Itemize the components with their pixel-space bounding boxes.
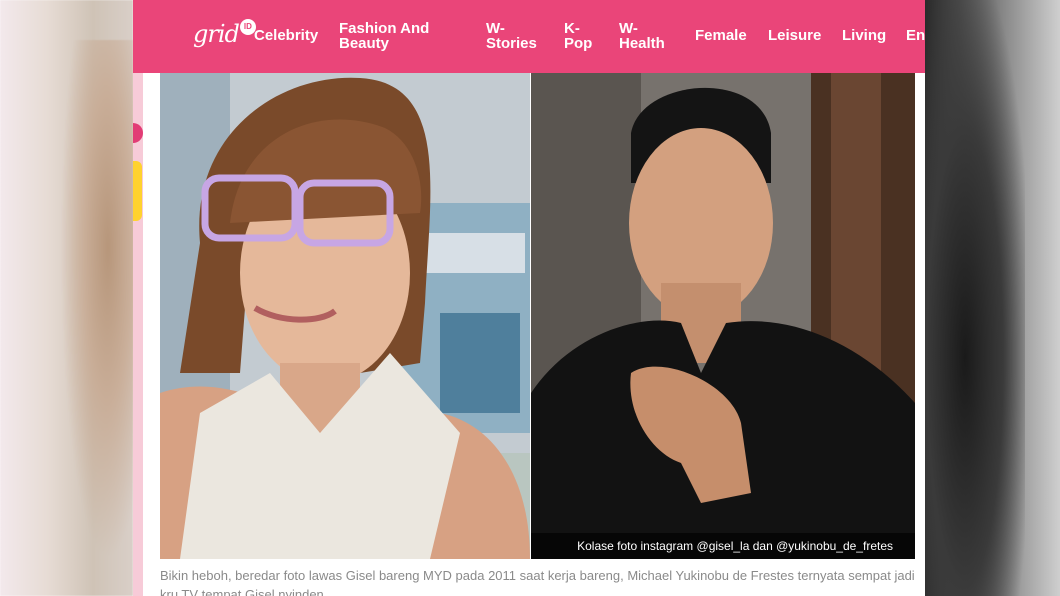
- side-ad-strip[interactable]: [133, 73, 143, 596]
- blurred-background-left: [0, 0, 140, 596]
- article-photo-left: [160, 73, 530, 559]
- nav-item-w-health[interactable]: W- Health: [619, 21, 665, 51]
- nav-item-leisure[interactable]: Leisure: [768, 28, 821, 43]
- article-photo-right: [531, 73, 915, 559]
- photo-credit-overlay: Kolase foto instagram @gisel_la dan @yuk…: [531, 533, 915, 559]
- logo-text: grid: [193, 20, 240, 48]
- nav-item-female[interactable]: Female: [695, 28, 747, 43]
- nav-item-living[interactable]: Living: [842, 28, 886, 43]
- nav-item-celebrity[interactable]: Celebrity: [254, 28, 318, 43]
- nav-item-k-pop[interactable]: K- Pop: [564, 21, 592, 51]
- nav-item-fashion-and-beauty[interactable]: Fashion And Beauty: [339, 21, 429, 51]
- blurred-background-right: [925, 0, 1060, 596]
- site-logo[interactable]: grid ID: [193, 14, 256, 54]
- page-column: grid ID Celebrity Fashion And Beauty W- St…: [133, 0, 925, 596]
- photo-caption: Bikin heboh, beredar foto lawas Gisel ba…: [160, 568, 915, 596]
- top-navbar: grid ID Celebrity Fashion And Beauty W- St…: [133, 0, 925, 73]
- nav-item-w-stories[interactable]: W- Stories: [486, 21, 537, 51]
- nav-item-en-truncated[interactable]: En: [906, 28, 925, 43]
